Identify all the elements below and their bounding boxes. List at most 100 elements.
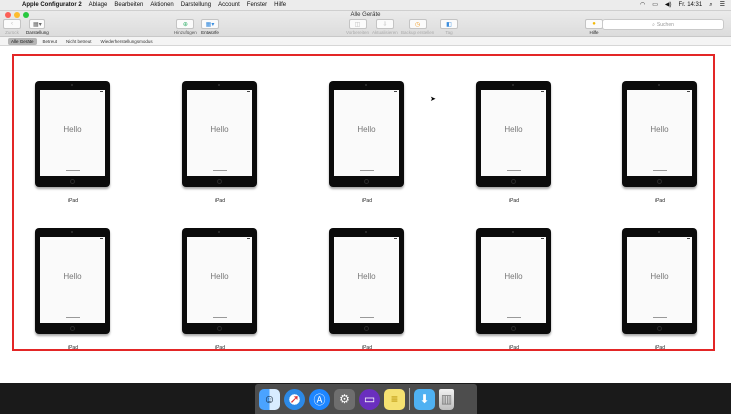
camera-icon	[658, 231, 660, 233]
menu-bar: Apple Configurator 2 Ablage Bearbeiten A…	[0, 0, 731, 11]
home-button-icon	[511, 179, 516, 184]
screen-hello-text: Hello	[63, 272, 82, 281]
safari-icon[interactable]: ➚	[284, 388, 305, 410]
device-screen: Hello	[334, 237, 399, 323]
screen-hello-text: Hello	[210, 272, 229, 281]
blueprints-icon: ▦▾	[201, 19, 219, 29]
ipad-device-icon: Hello	[622, 228, 697, 334]
home-button-icon	[511, 326, 516, 331]
help-button[interactable]: ● Hilfe	[585, 19, 603, 35]
device-name: iPad	[67, 345, 78, 351]
camera-icon	[71, 84, 73, 86]
ipad-device-icon: Hello	[329, 81, 404, 187]
home-button-icon	[364, 326, 369, 331]
screen-subtext	[507, 317, 521, 318]
menu-aktionen[interactable]: Aktionen	[150, 0, 173, 10]
update-icon: ⇩	[375, 19, 394, 29]
view-button[interactable]: ▦▾ Darstellung	[26, 19, 49, 35]
window-toolbar: Alle Geräte ‹ Zurück ▦▾ Darstellung ⊕ Hi…	[0, 11, 731, 37]
volume-icon[interactable]: ◀)	[665, 0, 672, 10]
notification-center-icon[interactable]: ☰	[720, 0, 725, 10]
dock-separator	[409, 388, 410, 410]
system-preferences-icon[interactable]: ⚙	[334, 388, 355, 410]
device-screen: Hello	[334, 90, 399, 176]
screen-subtext	[66, 170, 80, 171]
screen-hello-text: Hello	[504, 272, 523, 281]
apple-configurator-icon[interactable]: ▭	[359, 388, 380, 410]
screen-subtext	[66, 317, 80, 318]
device-name: iPad	[361, 345, 372, 351]
device-screen: Hello	[481, 237, 546, 323]
filter-recovery-mode[interactable]: Wiederherstellungsmodus	[98, 38, 156, 45]
battery-icon	[100, 91, 103, 92]
device-screen: Hello	[627, 237, 692, 323]
update-button[interactable]: ⇩ Aktualisieren	[372, 19, 398, 35]
screen-subtext	[653, 170, 667, 171]
device-name: iPad	[214, 198, 225, 204]
lightbulb-icon: ●	[585, 19, 603, 29]
device-screen: Hello	[627, 90, 692, 176]
screen-subtext	[213, 317, 227, 318]
menu-hilfe[interactable]: Hilfe	[274, 0, 286, 10]
menu-darstellung[interactable]: Darstellung	[181, 0, 211, 10]
prepare-icon: ◫	[348, 19, 367, 29]
finder-icon[interactable]: ☺	[259, 388, 280, 410]
ipad-device-icon: Hello	[622, 81, 697, 187]
spotlight-icon[interactable]: ⌕	[709, 0, 712, 10]
filter-all-devices[interactable]: Alle Geräte	[8, 37, 37, 45]
trash-icon[interactable]: ▥	[439, 388, 454, 410]
battery-icon	[394, 238, 397, 239]
camera-icon	[512, 231, 514, 233]
screen-subtext	[507, 170, 521, 171]
ipad-device-icon: Hello	[329, 228, 404, 334]
menubar-clock[interactable]: Fr. 14:31	[679, 0, 703, 10]
tag-button[interactable]: ◧ Tag	[440, 19, 458, 35]
device-screen: Hello	[187, 237, 252, 323]
device-name: iPad	[654, 198, 665, 204]
screen-hello-text: Hello	[357, 272, 376, 281]
add-button[interactable]: ⊕ Hinzufügen	[174, 19, 197, 35]
device-name: iPad	[67, 198, 78, 204]
menu-bearbeiten[interactable]: Bearbeiten	[114, 0, 143, 10]
camera-icon	[218, 231, 220, 233]
backup-button[interactable]: ◷ Backup erstellen	[401, 19, 434, 35]
screen-hello-text: Hello	[357, 125, 376, 134]
app-store-icon[interactable]: Ⓐ	[309, 388, 330, 410]
ipad-device-icon: Hello	[35, 81, 110, 187]
device-name: iPad	[361, 198, 372, 204]
blueprints-button[interactable]: ▦▾ Entwürfe	[201, 19, 219, 35]
screen-hello-text: Hello	[63, 125, 82, 134]
menu-ablage[interactable]: Ablage	[89, 0, 108, 10]
downloads-folder-icon[interactable]: ⬇	[414, 388, 435, 410]
home-button-icon	[70, 179, 75, 184]
tag-icon: ◧	[440, 19, 458, 29]
app-menu[interactable]: Apple Configurator 2	[22, 0, 82, 10]
menu-fenster[interactable]: Fenster	[247, 0, 267, 10]
search-field[interactable]: ⌕ Suchen	[602, 19, 724, 30]
dock: ☺ ➚ Ⓐ ⚙ ▭ ≡ ⬇ ▥	[255, 384, 477, 414]
battery-icon	[541, 91, 544, 92]
camera-icon	[512, 84, 514, 86]
battery-icon	[687, 91, 690, 92]
camera-icon	[365, 231, 367, 233]
device-screen: Hello	[481, 90, 546, 176]
device-screen: Hello	[187, 90, 252, 176]
notes-icon[interactable]: ≡	[384, 388, 405, 410]
menu-account[interactable]: Account	[218, 0, 240, 10]
search-icon: ⌕	[652, 21, 655, 28]
battery-icon	[247, 238, 250, 239]
prepare-button[interactable]: ◫ Vorbereiten	[346, 19, 369, 35]
battery-icon	[394, 91, 397, 92]
wifi-icon[interactable]: ◠	[640, 0, 645, 10]
filter-unsupervised[interactable]: Nicht betreut	[63, 38, 95, 45]
search-placeholder: Suchen	[656, 21, 674, 28]
screen-hello-text: Hello	[504, 125, 523, 134]
display-icon[interactable]: ▭	[652, 0, 658, 10]
back-button[interactable]: ‹ Zurück	[3, 19, 21, 35]
device-name: iPad	[508, 345, 519, 351]
home-button-icon	[70, 326, 75, 331]
device-screen: Hello	[40, 237, 105, 323]
backup-icon: ◷	[408, 19, 427, 29]
camera-icon	[658, 84, 660, 86]
filter-supervised[interactable]: Betreut	[40, 38, 61, 45]
